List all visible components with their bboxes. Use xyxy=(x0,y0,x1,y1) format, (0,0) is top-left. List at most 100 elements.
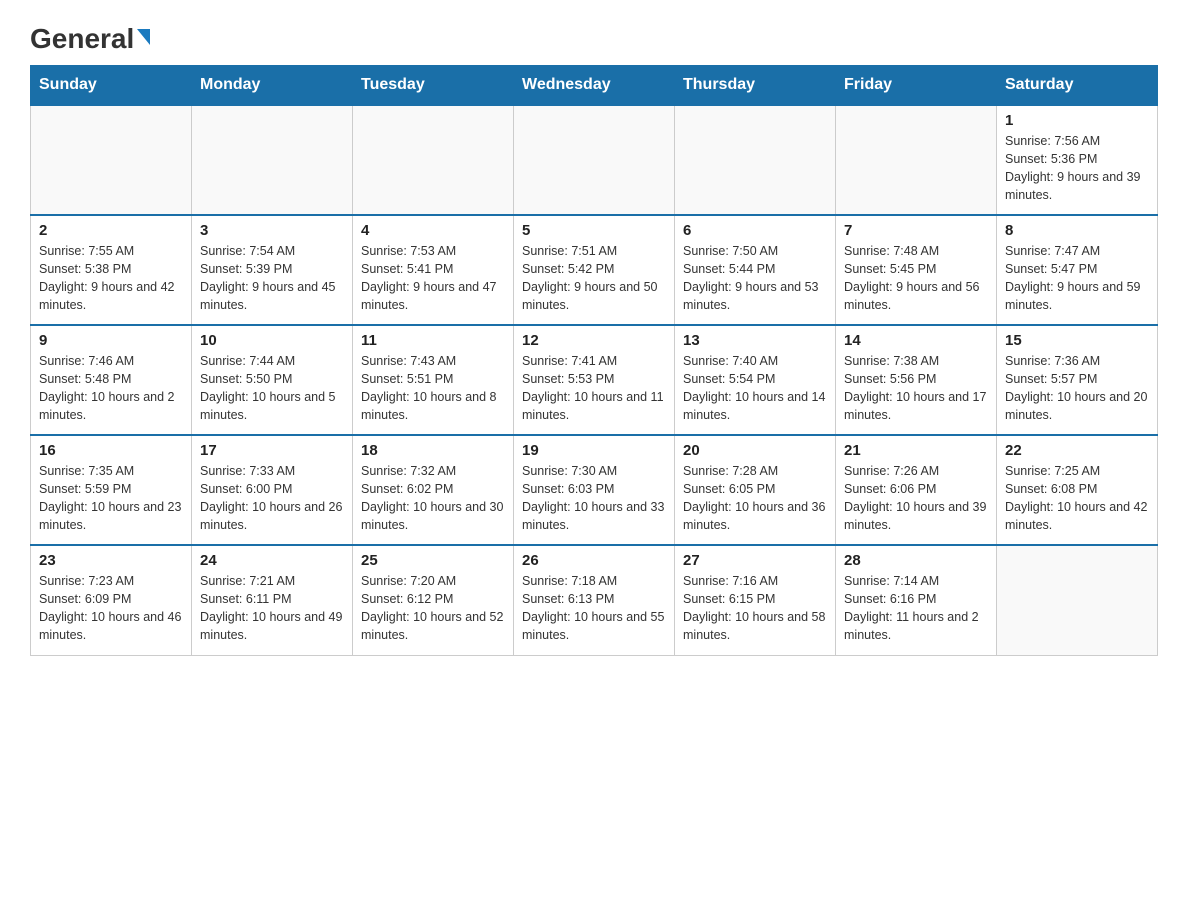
calendar-cell: 25 Sunrise: 7:20 AM Sunset: 6:12 PM Dayli… xyxy=(353,545,514,655)
day-number: 25 xyxy=(361,552,505,569)
calendar-cell: 20 Sunrise: 7:28 AM Sunset: 6:05 PM Dayli… xyxy=(675,435,836,545)
day-info: Sunrise: 7:43 AM Sunset: 5:51 PM Dayligh… xyxy=(361,352,505,425)
day-number: 19 xyxy=(522,442,666,459)
day-info: Sunrise: 7:28 AM Sunset: 6:05 PM Dayligh… xyxy=(683,462,827,535)
calendar-cell: 8Sunrise: 7:47 AM Sunset: 5:47 PM Daylig… xyxy=(997,215,1158,325)
calendar-cell xyxy=(836,105,997,215)
calendar-cell: 7 Sunrise: 7:48 AM Sunset: 5:45 PM Daylig… xyxy=(836,215,997,325)
calendar-cell: 26Sunrise: 7:18 AM Sunset: 6:13 PM Dayli… xyxy=(514,545,675,655)
calendar-cell: 19Sunrise: 7:30 AM Sunset: 6:03 PM Dayli… xyxy=(514,435,675,545)
calendar-cell: 14 Sunrise: 7:38 AM Sunset: 5:56 PM Dayli… xyxy=(836,325,997,435)
day-info: Sunrise: 7:51 AM Sunset: 5:42 PM Dayligh… xyxy=(522,242,666,315)
calendar-cell: 5 Sunrise: 7:51 AM Sunset: 5:42 PM Daylig… xyxy=(514,215,675,325)
calendar-table: SundayMondayTuesdayWednesdayThursdayFrid… xyxy=(30,65,1158,656)
day-number: 28 xyxy=(844,552,988,569)
day-info: Sunrise: 7:53 AM Sunset: 5:41 PM Dayligh… xyxy=(361,242,505,315)
day-info: Sunrise: 7:38 AM Sunset: 5:56 PM Dayligh… xyxy=(844,352,988,425)
day-info: Sunrise: 7:44 AM Sunset: 5:50 PM Dayligh… xyxy=(200,352,344,425)
day-number: 7 xyxy=(844,222,988,239)
calendar-week-5: 23Sunrise: 7:23 AM Sunset: 6:09 PM Dayli… xyxy=(31,545,1158,655)
day-info: Sunrise: 7:16 AM Sunset: 6:15 PM Dayligh… xyxy=(683,572,827,645)
calendar-cell xyxy=(31,105,192,215)
day-info: Sunrise: 7:18 AM Sunset: 6:13 PM Dayligh… xyxy=(522,572,666,645)
calendar-cell: 3 Sunrise: 7:54 AM Sunset: 5:39 PM Daylig… xyxy=(192,215,353,325)
day-info: Sunrise: 7:23 AM Sunset: 6:09 PM Dayligh… xyxy=(39,572,183,645)
day-info: Sunrise: 7:32 AM Sunset: 6:02 PM Dayligh… xyxy=(361,462,505,535)
day-info: Sunrise: 7:56 AM Sunset: 5:36 PM Dayligh… xyxy=(1005,132,1149,205)
calendar-cell: 18 Sunrise: 7:32 AM Sunset: 6:02 PM Dayli… xyxy=(353,435,514,545)
calendar-cell: 9 Sunrise: 7:46 AM Sunset: 5:48 PM Daylig… xyxy=(31,325,192,435)
calendar-cell xyxy=(675,105,836,215)
day-info: Sunrise: 7:21 AM Sunset: 6:11 PM Dayligh… xyxy=(200,572,344,645)
calendar-cell: 2 Sunrise: 7:55 AM Sunset: 5:38 PM Daylig… xyxy=(31,215,192,325)
day-number: 9 xyxy=(39,332,183,349)
day-number: 20 xyxy=(683,442,827,459)
calendar-header-row: SundayMondayTuesdayWednesdayThursdayFrid… xyxy=(31,66,1158,106)
calendar-cell xyxy=(514,105,675,215)
day-info: Sunrise: 7:46 AM Sunset: 5:48 PM Dayligh… xyxy=(39,352,183,425)
day-info: Sunrise: 7:36 AM Sunset: 5:57 PM Dayligh… xyxy=(1005,352,1149,425)
day-info: Sunrise: 7:54 AM Sunset: 5:39 PM Dayligh… xyxy=(200,242,344,315)
day-number: 2 xyxy=(39,222,183,239)
calendar-cell: 13 Sunrise: 7:40 AM Sunset: 5:54 PM Dayli… xyxy=(675,325,836,435)
day-number: 15 xyxy=(1005,332,1149,349)
day-info: Sunrise: 7:20 AM Sunset: 6:12 PM Dayligh… xyxy=(361,572,505,645)
calendar-cell: 27 Sunrise: 7:16 AM Sunset: 6:15 PM Dayli… xyxy=(675,545,836,655)
calendar-week-1: 1 Sunrise: 7:56 AM Sunset: 5:36 PM Daylig… xyxy=(31,105,1158,215)
day-info: Sunrise: 7:35 AM Sunset: 5:59 PM Dayligh… xyxy=(39,462,183,535)
calendar-cell xyxy=(997,545,1158,655)
day-number: 27 xyxy=(683,552,827,569)
day-info: Sunrise: 7:26 AM Sunset: 6:06 PM Dayligh… xyxy=(844,462,988,535)
day-number: 14 xyxy=(844,332,988,349)
calendar-cell: 21 Sunrise: 7:26 AM Sunset: 6:06 PM Dayli… xyxy=(836,435,997,545)
day-number: 17 xyxy=(200,442,344,459)
day-info: Sunrise: 7:40 AM Sunset: 5:54 PM Dayligh… xyxy=(683,352,827,425)
calendar-cell: 24 Sunrise: 7:21 AM Sunset: 6:11 PM Dayli… xyxy=(192,545,353,655)
day-number: 16 xyxy=(39,442,183,459)
page-header: General xyxy=(30,20,1158,55)
calendar-cell: 16 Sunrise: 7:35 AM Sunset: 5:59 PM Dayli… xyxy=(31,435,192,545)
calendar-header-sunday: Sunday xyxy=(31,66,192,106)
day-number: 10 xyxy=(200,332,344,349)
day-number: 3 xyxy=(200,222,344,239)
calendar-header-wednesday: Wednesday xyxy=(514,66,675,106)
day-number: 11 xyxy=(361,332,505,349)
day-number: 21 xyxy=(844,442,988,459)
day-number: 18 xyxy=(361,442,505,459)
calendar-cell: 6 Sunrise: 7:50 AM Sunset: 5:44 PM Daylig… xyxy=(675,215,836,325)
day-info: Sunrise: 7:14 AM Sunset: 6:16 PM Dayligh… xyxy=(844,572,988,645)
logo-text-general: General xyxy=(30,25,134,53)
calendar-cell: 17 Sunrise: 7:33 AM Sunset: 6:00 PM Dayli… xyxy=(192,435,353,545)
day-info: Sunrise: 7:47 AM Sunset: 5:47 PM Dayligh… xyxy=(1005,242,1149,315)
calendar-cell: 4 Sunrise: 7:53 AM Sunset: 5:41 PM Daylig… xyxy=(353,215,514,325)
calendar-header-saturday: Saturday xyxy=(997,66,1158,106)
calendar-header-friday: Friday xyxy=(836,66,997,106)
calendar-header-thursday: Thursday xyxy=(675,66,836,106)
calendar-cell: 22 Sunrise: 7:25 AM Sunset: 6:08 PM Dayli… xyxy=(997,435,1158,545)
calendar-cell xyxy=(353,105,514,215)
day-number: 12 xyxy=(522,332,666,349)
calendar-cell: 10 Sunrise: 7:44 AM Sunset: 5:50 PM Dayli… xyxy=(192,325,353,435)
calendar-cell: 15 Sunrise: 7:36 AM Sunset: 5:57 PM Dayli… xyxy=(997,325,1158,435)
calendar-cell: 11 Sunrise: 7:43 AM Sunset: 5:51 PM Dayli… xyxy=(353,325,514,435)
calendar-cell: 1 Sunrise: 7:56 AM Sunset: 5:36 PM Daylig… xyxy=(997,105,1158,215)
day-info: Sunrise: 7:25 AM Sunset: 6:08 PM Dayligh… xyxy=(1005,462,1149,535)
calendar-week-4: 16 Sunrise: 7:35 AM Sunset: 5:59 PM Dayli… xyxy=(31,435,1158,545)
day-number: 13 xyxy=(683,332,827,349)
day-number: 22 xyxy=(1005,442,1149,459)
day-info: Sunrise: 7:41 AM Sunset: 5:53 PM Dayligh… xyxy=(522,352,666,425)
day-number: 6 xyxy=(683,222,827,239)
day-info: Sunrise: 7:33 AM Sunset: 6:00 PM Dayligh… xyxy=(200,462,344,535)
logo: General xyxy=(30,20,150,55)
day-info: Sunrise: 7:48 AM Sunset: 5:45 PM Dayligh… xyxy=(844,242,988,315)
day-number: 5 xyxy=(522,222,666,239)
calendar-week-2: 2 Sunrise: 7:55 AM Sunset: 5:38 PM Daylig… xyxy=(31,215,1158,325)
day-info: Sunrise: 7:55 AM Sunset: 5:38 PM Dayligh… xyxy=(39,242,183,315)
day-info: Sunrise: 7:50 AM Sunset: 5:44 PM Dayligh… xyxy=(683,242,827,315)
calendar-cell xyxy=(192,105,353,215)
day-number: 4 xyxy=(361,222,505,239)
calendar-header-tuesday: Tuesday xyxy=(353,66,514,106)
calendar-header-monday: Monday xyxy=(192,66,353,106)
day-number: 1 xyxy=(1005,112,1149,129)
day-number: 24 xyxy=(200,552,344,569)
